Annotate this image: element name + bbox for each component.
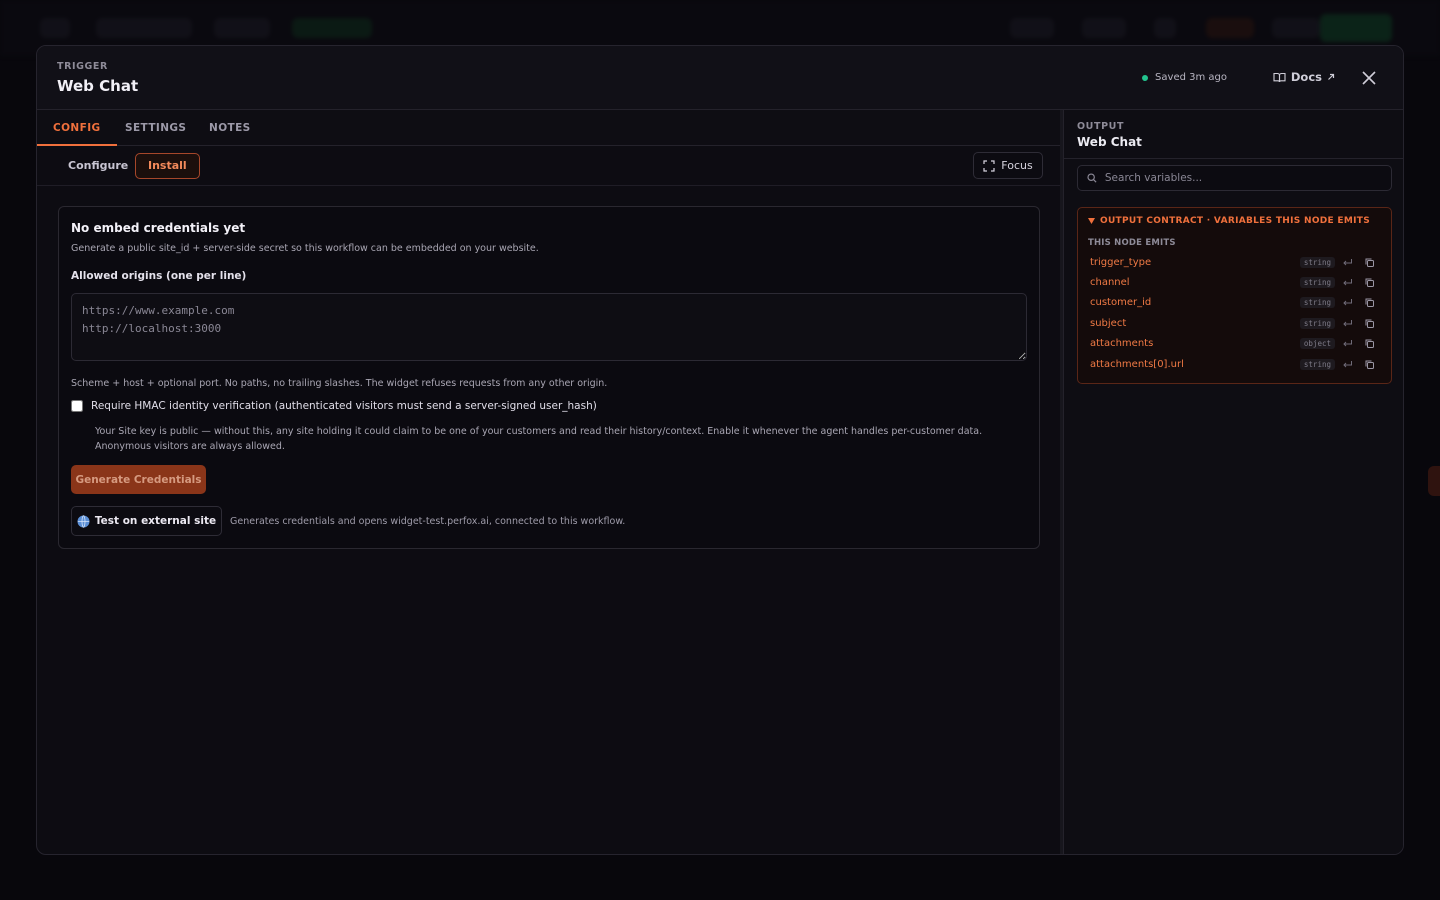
insert-variable-icon[interactable] [1342, 338, 1353, 349]
variable-type-badge: string [1299, 317, 1335, 329]
output-contract-toggle[interactable]: OUTPUT CONTRACT · VARIABLES THIS NODE EM… [1088, 216, 1370, 226]
variable-row: customer_id string [1078, 293, 1391, 313]
tab-settings[interactable]: SETTINGS [109, 110, 202, 146]
output-contract-title: OUTPUT CONTRACT · VARIABLES THIS NODE EM… [1100, 216, 1370, 226]
variable-search-input[interactable] [1104, 172, 1382, 184]
output-title: Web Chat [1077, 135, 1142, 149]
docs-link-label: Docs [1290, 70, 1322, 84]
variable-row: channel string [1078, 272, 1391, 292]
variable-type-badge: string [1299, 358, 1335, 370]
generate-credentials-button[interactable]: Generate Credentials [71, 465, 206, 494]
output-pane: OUTPUT Web Chat OUTPUT CONTRACT · VARIAB… [1063, 110, 1403, 854]
copy-icon[interactable] [1364, 338, 1375, 349]
variable-name[interactable]: trigger_type [1090, 257, 1151, 268]
install-card-description: Generate a public site_id + server-side … [71, 243, 539, 254]
book-icon [1273, 72, 1286, 82]
subtab-bar: Configure Install Focus [37, 146, 1060, 186]
copy-icon[interactable] [1364, 359, 1375, 370]
copy-icon[interactable] [1364, 257, 1375, 268]
hmac-verification-note: Your Site key is public — without this, … [95, 426, 983, 452]
copy-icon[interactable] [1364, 277, 1375, 288]
expand-icon [983, 159, 995, 172]
variable-type-badge: string [1299, 256, 1335, 268]
output-divider [1064, 158, 1403, 159]
allowed-origins-input[interactable] [71, 293, 1027, 361]
output-contract-subtitle: THIS NODE EMITS [1088, 238, 1176, 248]
variable-type-badge: object [1299, 338, 1335, 350]
hmac-verification-label: Require HMAC identity verification (auth… [91, 400, 597, 412]
saved-status-text: Saved 3m ago [1155, 72, 1227, 83]
variable-list: trigger_type string channel string customer_… [1078, 252, 1391, 374]
config-tabs: CONFIG SETTINGS NOTES [37, 110, 1060, 146]
variable-name[interactable]: customer_id [1090, 297, 1151, 308]
install-card-title: No embed credentials yet [71, 221, 246, 235]
variable-row: attachments[0].url string [1078, 354, 1391, 374]
close-icon[interactable] [1359, 68, 1379, 88]
insert-variable-icon[interactable] [1342, 359, 1353, 370]
variable-search [1077, 165, 1392, 191]
test-external-site-note: Generates credentials and opens widget-t… [230, 516, 626, 527]
test-external-site-label: Test on external site [94, 515, 217, 527]
subtab-install[interactable]: Install [135, 153, 200, 179]
variable-row: attachments object [1078, 334, 1391, 354]
subtab-configure[interactable]: Configure [55, 153, 141, 179]
output-kicker: OUTPUT [1077, 121, 1125, 132]
focus-button[interactable]: Focus [973, 152, 1043, 179]
insert-variable-icon[interactable] [1342, 277, 1353, 288]
variable-name[interactable]: channel [1090, 277, 1130, 288]
variable-name[interactable]: attachments[0].url [1090, 359, 1184, 370]
variable-row: subject string [1078, 313, 1391, 333]
variable-name[interactable]: attachments [1090, 338, 1153, 349]
insert-variable-icon[interactable] [1342, 257, 1353, 268]
modal-header: TRIGGER Web Chat Saved 3m ago Docs [37, 46, 1403, 110]
allowed-origins-label: Allowed origins (one per line) [71, 270, 247, 282]
docs-link[interactable]: Docs [1273, 70, 1335, 84]
background-accent [1428, 466, 1440, 496]
output-contract-panel: OUTPUT CONTRACT · VARIABLES THIS NODE EM… [1077, 207, 1392, 384]
node-config-modal: TRIGGER Web Chat Saved 3m ago Docs CONFI… [36, 45, 1404, 855]
insert-variable-icon[interactable] [1342, 297, 1353, 308]
install-card: No embed credentials yet Generate a publ… [58, 206, 1040, 549]
variable-name[interactable]: subject [1090, 318, 1126, 329]
config-pane: CONFIG SETTINGS NOTES Configure Install … [37, 110, 1060, 854]
node-title: Web Chat [57, 77, 139, 95]
variable-row: trigger_type string [1078, 252, 1391, 272]
caret-down-icon [1088, 218, 1095, 224]
external-link-icon [1328, 73, 1335, 80]
insert-variable-icon[interactable] [1342, 318, 1353, 329]
globe-icon [77, 514, 90, 528]
tab-config[interactable]: CONFIG [37, 110, 117, 146]
tab-notes[interactable]: NOTES [193, 110, 267, 146]
node-kind-label: TRIGGER [57, 61, 108, 72]
test-external-site-button[interactable]: Test on external site [71, 506, 222, 536]
hmac-verification-option[interactable]: Require HMAC identity verification (auth… [71, 400, 597, 412]
saved-status: Saved 3m ago [1142, 72, 1227, 83]
hmac-verification-checkbox[interactable] [71, 400, 83, 412]
copy-icon[interactable] [1364, 297, 1375, 308]
focus-button-label: Focus [1001, 159, 1033, 172]
variable-type-badge: string [1299, 277, 1335, 289]
variable-type-badge: string [1299, 297, 1335, 309]
search-icon [1087, 173, 1097, 183]
copy-icon[interactable] [1364, 318, 1375, 329]
allowed-origins-hint: Scheme + host + optional port. No paths,… [71, 378, 608, 389]
saved-status-dot-icon [1142, 74, 1149, 81]
